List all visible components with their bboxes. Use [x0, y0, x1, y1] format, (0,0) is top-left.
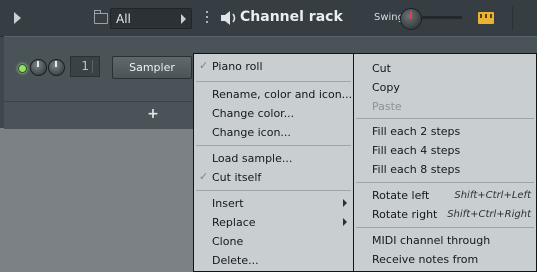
- menu-item-replace[interactable]: Replace: [194, 213, 353, 232]
- drag-grip-icon[interactable]: [206, 11, 208, 25]
- window-title: Channel rack: [240, 9, 343, 25]
- menu-item-fill-4[interactable]: Fill each 4 steps: [354, 141, 536, 160]
- menu-item-midi-through[interactable]: MIDI channel through: [354, 231, 536, 250]
- menu-item-label: Cut: [372, 62, 391, 75]
- menu-item-delete[interactable]: Delete...: [194, 251, 353, 270]
- menu-item-insert[interactable]: Insert: [194, 194, 353, 213]
- menu-separator: [196, 190, 351, 191]
- menu-item-label: Replace: [212, 216, 256, 229]
- menu-item-copy[interactable]: Copy: [354, 78, 536, 97]
- menu-item-rotate-left[interactable]: Rotate left Shift+Ctrl+Left: [354, 186, 536, 205]
- menu-separator: [196, 145, 351, 146]
- menu-item-label: Clone: [212, 235, 244, 248]
- menu-item-change-color[interactable]: Change color...: [194, 104, 353, 123]
- menu-item-receive-notes[interactable]: Receive notes from: [354, 250, 536, 269]
- menu-item-label: Load sample...: [212, 152, 293, 165]
- add-channel-button[interactable]: +: [146, 104, 160, 124]
- swing-knob[interactable]: [400, 8, 422, 30]
- swing-slider-track[interactable]: [422, 16, 462, 19]
- menu-item-shortcut: Shift+Ctrl+Left: [454, 190, 531, 201]
- graph-editor-icon[interactable]: [478, 12, 494, 24]
- check-icon: ✓: [199, 59, 209, 72]
- channel-mute-led[interactable]: [18, 64, 27, 73]
- submenu-arrow-icon: [343, 199, 347, 207]
- channel-pan-knob[interactable]: [48, 59, 65, 76]
- menu-item-label: Fill each 8 steps: [372, 163, 461, 176]
- menu-item-cut-itself[interactable]: ✓ Cut itself: [194, 168, 353, 187]
- check-icon: ✓: [199, 170, 209, 183]
- submenu-arrow-icon: [343, 218, 347, 226]
- menu-item-shortcut: Shift+Ctrl+Right: [447, 209, 531, 220]
- menu-item-fill-8[interactable]: Fill each 8 steps: [354, 160, 536, 179]
- folder-icon[interactable]: [94, 10, 108, 24]
- menu-item-label: Delete...: [212, 254, 259, 267]
- menu-item-label: Change icon...: [212, 126, 291, 139]
- menu-item-label: Rotate right: [372, 208, 438, 221]
- menu-item-label: Fill each 4 steps: [372, 144, 461, 157]
- menu-item-label: Copy: [372, 81, 400, 94]
- menu-item-label: Fill each 2 steps: [372, 125, 461, 138]
- menu-item-change-icon[interactable]: Change icon...: [194, 123, 353, 142]
- menu-item-paste[interactable]: Paste: [354, 97, 536, 116]
- channel-name-button[interactable]: Sampler: [112, 56, 192, 79]
- channel-filter-label: All: [116, 12, 131, 26]
- menu-item-label: Rotate left: [372, 189, 430, 202]
- menu-item-piano-roll[interactable]: ✓ Piano roll: [194, 57, 353, 76]
- menu-item-label: Receive notes from: [372, 253, 479, 266]
- menu-item-label: Insert: [212, 197, 244, 210]
- menu-item-rename[interactable]: Rename, color and icon...: [194, 85, 353, 104]
- menu-item-load-sample[interactable]: Load sample...: [194, 149, 353, 168]
- menu-separator: [356, 118, 534, 119]
- channel-filter-select[interactable]: All: [110, 8, 192, 29]
- menu-item-label: MIDI channel through: [372, 234, 491, 247]
- channel-context-menu: ✓ Piano roll Rename, color and icon... C…: [193, 53, 354, 272]
- menu-item-label: Change color...: [212, 107, 295, 120]
- channel-rack-titlebar: All Channel rack Swing: [0, 0, 537, 37]
- menu-item-label: Paste: [372, 100, 402, 113]
- menu-item-fill-2[interactable]: Fill each 2 steps: [354, 122, 536, 141]
- menu-item-label: Piano roll: [212, 60, 263, 73]
- menu-item-label: Cut itself: [212, 171, 262, 184]
- channel-number-stepper[interactable]: [92, 60, 97, 73]
- menu-separator: [356, 182, 534, 183]
- titlebar-divider: [512, 6, 513, 30]
- rack-options-arrow-icon[interactable]: [14, 12, 21, 24]
- menu-item-clone[interactable]: Clone: [194, 232, 353, 251]
- menu-item-label: Rename, color and icon...: [212, 88, 353, 101]
- menu-separator: [356, 227, 534, 228]
- chevron-right-icon: [181, 14, 186, 24]
- channel-volume-knob[interactable]: [30, 59, 47, 76]
- step-context-menu: Cut Copy Paste Fill each 2 steps Fill ea…: [353, 53, 537, 272]
- menu-separator: [196, 81, 351, 82]
- speaker-icon: [221, 11, 236, 25]
- menu-item-cut[interactable]: Cut: [354, 59, 536, 78]
- menu-item-rotate-right[interactable]: Rotate right Shift+Ctrl+Right: [354, 205, 536, 224]
